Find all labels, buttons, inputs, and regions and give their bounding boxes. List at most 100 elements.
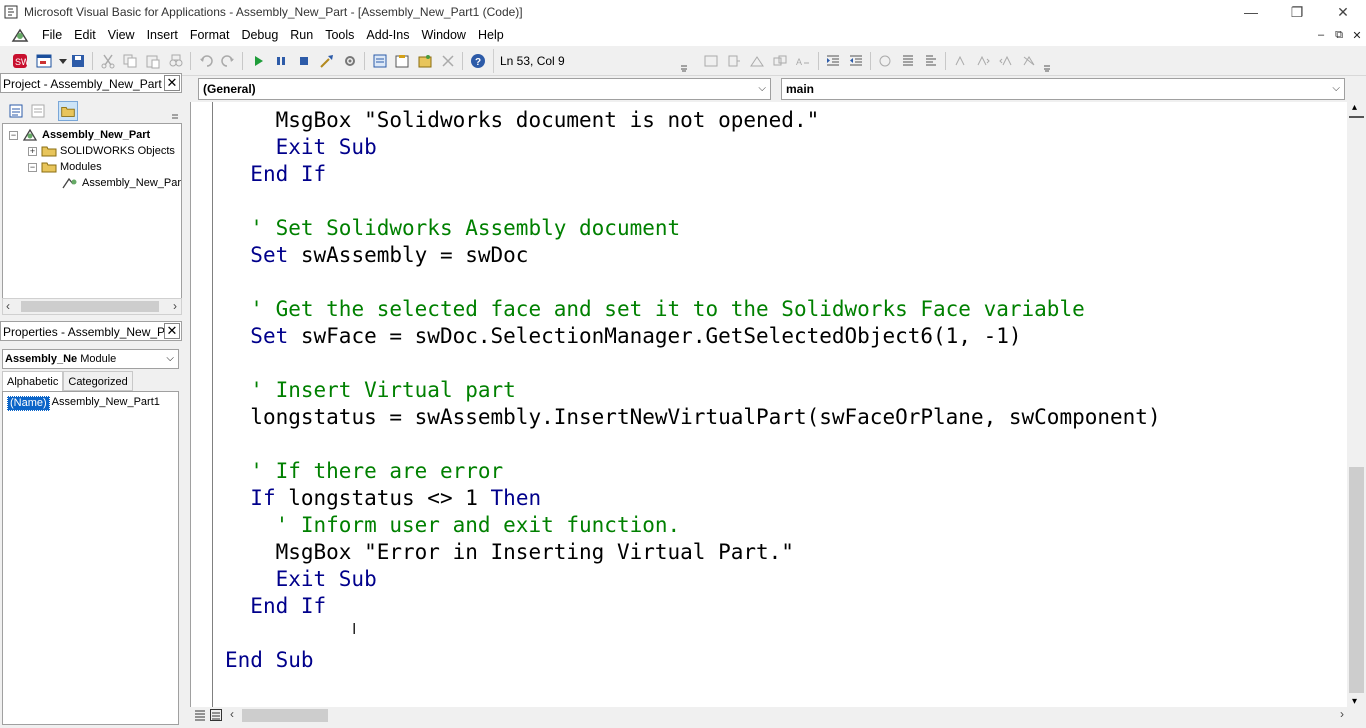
parameter-info-icon[interactable] [772, 53, 788, 69]
code-line[interactable]: Exit Sub [225, 134, 377, 161]
project-explorer-icon[interactable] [372, 53, 388, 69]
code-line[interactable]: ' Get the selected face and set it to th… [225, 296, 1084, 323]
undo-icon[interactable] [198, 53, 214, 69]
properties-close-button[interactable]: ✕ [164, 323, 180, 339]
code-line[interactable]: Exit Sub [225, 566, 377, 593]
toggle-folders-icon[interactable] [58, 101, 78, 121]
project-h-scrollbar[interactable]: ‹ › [2, 298, 182, 315]
list-properties-icon[interactable] [703, 53, 719, 69]
properties-object-select[interactable]: Assembly_Ne Module ⌵ [2, 349, 179, 369]
copy-icon[interactable] [122, 53, 138, 69]
toggle-bookmark-icon[interactable] [952, 53, 968, 69]
menu-debug[interactable]: Debug [235, 25, 284, 45]
menu-insert[interactable]: Insert [141, 25, 184, 45]
properties-window-icon[interactable] [394, 53, 410, 69]
redo-icon[interactable] [220, 53, 236, 69]
help-icon[interactable]: ? [470, 53, 486, 69]
collapse-icon[interactable]: − [28, 162, 37, 172]
code-line[interactable]: ' Set Solidworks Assembly document [225, 215, 680, 242]
clear-bookmarks-icon[interactable] [1021, 53, 1037, 69]
property-row[interactable]: (Name) Assembly_New_Part1 [7, 396, 160, 411]
full-module-view-icon[interactable] [210, 709, 222, 721]
scroll-left-icon[interactable]: ‹ [6, 299, 10, 313]
uncomment-block-icon[interactable] [923, 53, 939, 69]
close-button[interactable]: ✕ [1320, 0, 1366, 24]
menu-view[interactable]: View [102, 25, 141, 45]
tab-alphabetic[interactable]: Alphabetic [2, 371, 64, 391]
mdi-restore-button[interactable]: ⧉ [1330, 29, 1348, 42]
tab-categorized[interactable]: Categorized [63, 371, 133, 391]
solidworks-icon[interactable]: SW [12, 53, 28, 69]
view-object-icon[interactable] [30, 103, 46, 119]
scroll-thumb[interactable] [242, 709, 328, 722]
next-bookmark-icon[interactable] [975, 53, 991, 69]
scroll-right-icon[interactable]: › [1340, 707, 1344, 721]
project-close-button[interactable]: ✕ [164, 75, 180, 91]
scroll-thumb[interactable] [1349, 467, 1364, 693]
code-line[interactable]: End If [225, 593, 326, 620]
restore-button[interactable]: ❐ [1274, 0, 1320, 24]
menu-file[interactable]: File [36, 25, 68, 45]
menu-addins[interactable]: Add-Ins [360, 25, 415, 45]
view-code-icon[interactable] [8, 103, 24, 119]
tree-root[interactable]: − Assembly_New_Part [9, 127, 150, 143]
scroll-right-icon[interactable]: › [173, 299, 177, 313]
collapse-icon[interactable]: − [9, 130, 18, 140]
code-h-scrollbar[interactable]: ‹ › [190, 707, 1366, 724]
code-v-scrollbar[interactable]: ▴ ▾ [1347, 102, 1366, 707]
menu-format[interactable]: Format [184, 25, 236, 45]
previous-bookmark-icon[interactable] [998, 53, 1014, 69]
design-mode-icon[interactable] [319, 53, 335, 69]
minimize-button[interactable]: — [1228, 0, 1274, 24]
reset-icon[interactable] [296, 53, 312, 69]
comment-block-icon[interactable] [900, 53, 916, 69]
tree-folder-solidworks[interactable]: + SOLIDWORKS Objects [28, 143, 175, 159]
indent-icon[interactable] [825, 53, 841, 69]
menu-run[interactable]: Run [284, 25, 319, 45]
break-icon[interactable] [273, 53, 289, 69]
dropdown-arrow-icon[interactable] [55, 53, 71, 69]
procedure-view-icon[interactable] [194, 709, 206, 721]
cut-icon[interactable] [100, 53, 116, 69]
code-editor[interactable]: MsgBox "Solidworks document is not opene… [190, 102, 1348, 707]
scroll-left-icon[interactable]: ‹ [230, 707, 234, 721]
property-value[interactable]: Assembly_New_Part1 [50, 396, 160, 411]
code-line[interactable]: End Sub [225, 647, 314, 674]
menu-help[interactable]: Help [472, 25, 510, 45]
mdi-close-button[interactable]: ✕ [1348, 29, 1366, 42]
menu-edit[interactable]: Edit [68, 25, 102, 45]
toolbar-grip-icon[interactable] [680, 52, 688, 72]
code-line[interactable]: If longstatus <> 1 Then [225, 485, 541, 512]
paste-icon[interactable] [145, 53, 161, 69]
procedure-combo[interactable]: main ⌵ [781, 78, 1345, 100]
scroll-down-icon[interactable]: ▾ [1352, 696, 1357, 707]
quick-info-icon[interactable] [749, 53, 765, 69]
project-toolbar-grip-icon[interactable] [170, 103, 180, 121]
chevron-down-icon[interactable]: ⌵ [1332, 79, 1340, 99]
toolbox-icon[interactable] [440, 53, 456, 69]
complete-word-icon[interactable]: A [795, 53, 811, 69]
expand-icon[interactable]: + [28, 146, 37, 156]
code-line[interactable]: Set swFace = swDoc.SelectionManager.GetS… [225, 323, 1021, 350]
chevron-down-icon[interactable]: ⌵ [758, 79, 766, 99]
insert-userform-icon[interactable] [36, 53, 52, 69]
menu-window[interactable]: Window [416, 25, 472, 45]
split-bar[interactable] [1349, 116, 1364, 118]
chevron-down-icon[interactable]: ⌵ [166, 350, 174, 368]
code-line[interactable]: MsgBox "Solidworks document is not opene… [225, 107, 820, 134]
tree-module-item[interactable]: Assembly_New_Part [61, 175, 181, 191]
edit-toolbar-grip-icon[interactable] [1043, 52, 1051, 72]
toggle-breakpoint-icon[interactable] [877, 53, 893, 69]
code-line[interactable]: Set swAssembly = swDoc [225, 242, 528, 269]
settings-gears-icon[interactable] [342, 53, 358, 69]
object-browser-icon[interactable] [417, 53, 433, 69]
object-combo[interactable]: (General) ⌵ [198, 78, 771, 100]
scroll-thumb[interactable] [21, 301, 159, 312]
find-icon[interactable] [168, 53, 184, 69]
save-icon[interactable] [70, 53, 86, 69]
mdi-minimize-button[interactable]: – [1312, 29, 1330, 41]
code-line[interactable]: MsgBox "Error in Inserting Virtual Part.… [225, 539, 794, 566]
outdent-icon[interactable] [848, 53, 864, 69]
code-line[interactable]: ' Inform user and exit function. [225, 512, 681, 539]
code-line[interactable]: ' If there are error [225, 458, 503, 485]
